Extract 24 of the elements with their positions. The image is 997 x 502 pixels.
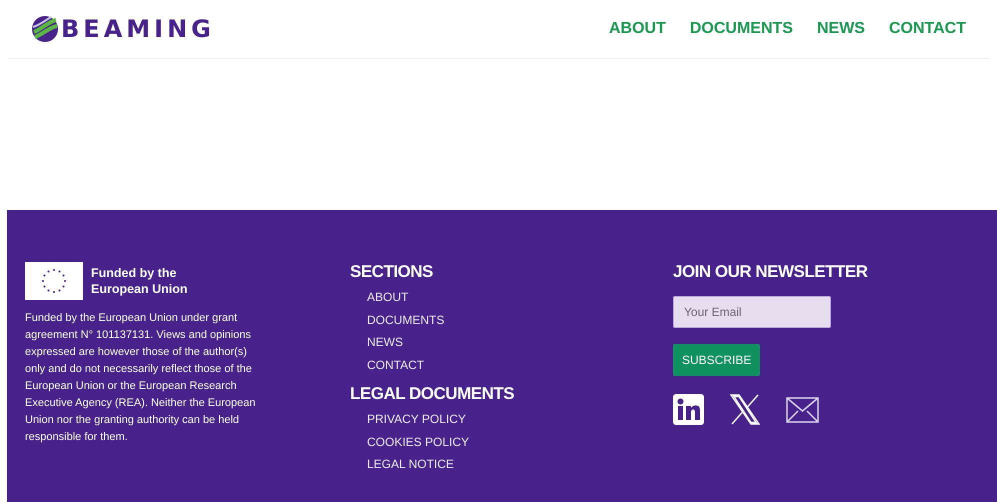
- email-field[interactable]: Your Email: [673, 296, 831, 328]
- nav-link[interactable]: CONTACT: [888, 20, 966, 38]
- logo-text: BEAMING: [61, 15, 215, 43]
- footer-link[interactable]: NEWS: [367, 331, 673, 354]
- x-icon[interactable]: [730, 394, 760, 425]
- footer-link[interactable]: PRIVACY POLICY: [367, 408, 673, 430]
- sections-heading: SECTIONS: [350, 262, 434, 282]
- linkedin-icon[interactable]: [673, 394, 704, 425]
- nav-link[interactable]: ABOUT: [608, 20, 666, 38]
- funding-title: Funded by the European Union: [91, 265, 189, 297]
- nav-link[interactable]: NEWS: [816, 20, 865, 38]
- footer-link[interactable]: LEGAL NOTICE: [367, 453, 673, 476]
- footer-link[interactable]: COOKIES POLICY: [367, 430, 673, 453]
- subscribe-button[interactable]: SUBSCRIBE: [673, 344, 760, 376]
- footer-link[interactable]: CONTACT: [367, 354, 673, 376]
- funding-disclaimer: Funded by the European Union under grant agreement N° 101137131. Views and opinions expressed are however those of the author(s) only and do not necessarily reflect those of the European Union or the European Research Executive Agency (REA). Neither the European Union nor the granting authority can be held responsible for them.: [25, 311, 257, 445]
- footer-link[interactable]: ABOUT: [367, 286, 673, 308]
- newsletter-heading: JOIN OUR NEWSLETTER: [673, 262, 869, 282]
- nav-link[interactable]: DOCUMENTS: [690, 20, 793, 38]
- footer-link[interactable]: DOCUMENTS: [367, 308, 673, 331]
- mail-icon[interactable]: [786, 396, 819, 422]
- globe-logo-icon: [31, 15, 59, 43]
- eu-flag-icon: [25, 262, 83, 300]
- legal-heading: LEGAL DOCUMENTS: [350, 384, 516, 404]
